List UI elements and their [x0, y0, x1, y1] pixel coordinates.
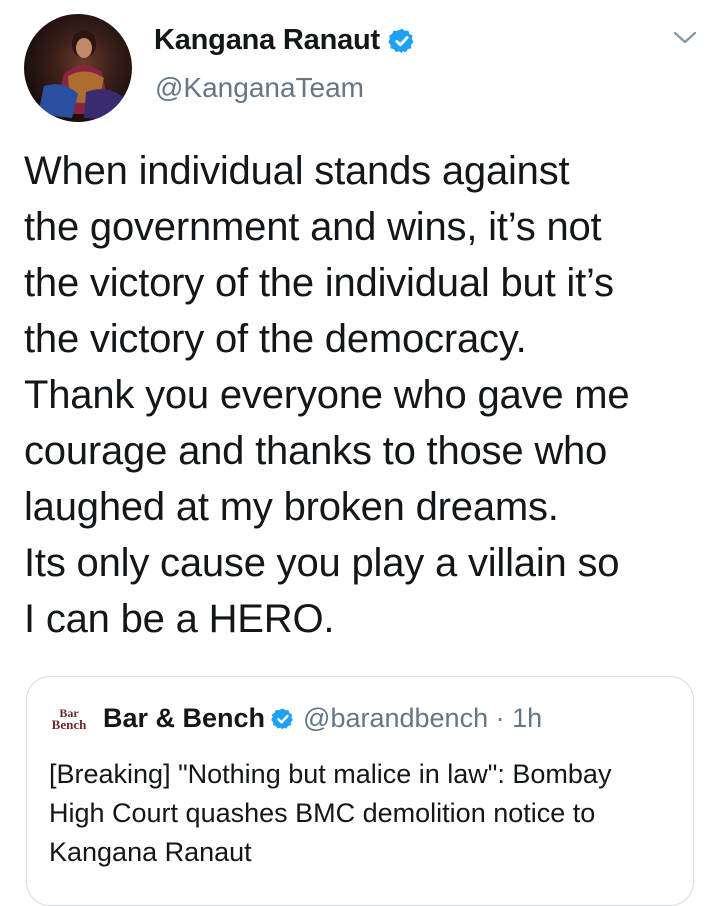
avatar[interactable]: [24, 14, 132, 122]
author-row: Kangana Ranaut: [154, 24, 416, 57]
tweet-line: the victory of the individual but it’s: [24, 261, 614, 305]
tweet-line: the government and wins, it’s not: [24, 205, 602, 249]
author-name[interactable]: Kangana Ranaut: [154, 24, 380, 57]
tweet-line: laughed at my broken dreams.: [24, 485, 559, 529]
tweet-line: courage and thanks to those who: [24, 429, 608, 473]
quoted-tweet-card[interactable]: Bar Bench Bar & Bench @barandbench · 1h …: [26, 676, 694, 906]
logo-line-2: Bench: [51, 716, 87, 732]
quoted-author-row: Bar Bench Bar & Bench @barandbench · 1h: [49, 703, 542, 734]
quoted-handle-text: @barandbench: [303, 703, 489, 733]
quoted-timestamp: 1h: [512, 703, 543, 733]
avatar-photo: [38, 30, 124, 120]
quoted-line: High Court quashes BMC demolition notice…: [49, 798, 596, 828]
quoted-tweet-text: [Breaking] "Nothing but malice in law": …: [49, 755, 679, 872]
quoted-line: [Breaking] "Nothing but malice in law": …: [49, 759, 612, 789]
time-separator: ·: [488, 703, 513, 733]
tweet-text: When individual stands against the gover…: [24, 143, 704, 647]
tweet-line: When individual stands against: [24, 149, 570, 193]
author-handle[interactable]: @KanganaTeam: [155, 72, 364, 104]
quoted-line: Kangana Ranaut: [49, 837, 252, 867]
tweet-line: Its only cause you play a villain so: [24, 541, 620, 585]
chevron-down-icon[interactable]: [672, 28, 698, 48]
verified-badge-icon: [388, 27, 416, 55]
quoted-author-handle[interactable]: @barandbench · 1h: [303, 703, 542, 734]
quoted-author-name[interactable]: Bar & Bench: [103, 703, 265, 734]
tweet-line: Thank you everyone who gave me: [24, 373, 630, 417]
verified-badge-icon: [271, 707, 295, 731]
tweet-line: the victory of the democracy.: [24, 317, 527, 361]
bar-and-bench-logo: Bar Bench: [49, 704, 89, 734]
tweet-line: I can be a HERO.: [24, 597, 335, 641]
